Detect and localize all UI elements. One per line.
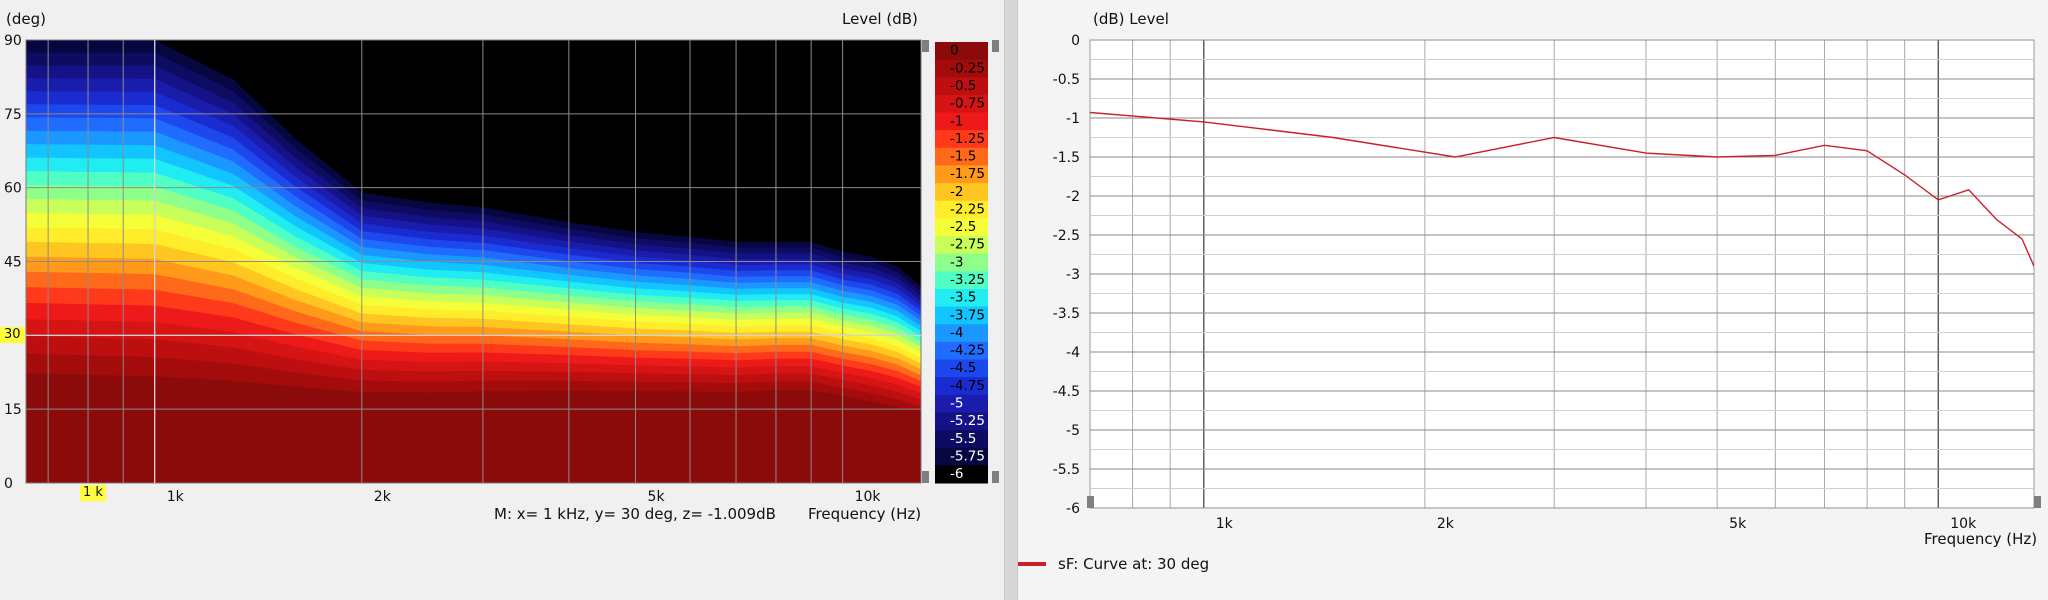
y-marker-tag[interactable]: 30	[0, 327, 25, 343]
colorbar-label: -1.25	[950, 131, 985, 147]
line-y-tick-label: -3.5	[1053, 306, 1080, 322]
line-bottom-right-handle[interactable]	[2034, 496, 2041, 508]
heatmap-x-axis-label: Frequency (Hz)	[808, 505, 922, 523]
line-y-tick-label: -1.5	[1053, 150, 1080, 166]
marker-readout: M: x= 1 kHz, y= 30 deg, z= -1.009dB	[494, 505, 776, 523]
line-y-tick-label: -1	[1066, 111, 1080, 127]
line-bottom-left-handle[interactable]	[1087, 496, 1094, 508]
colorbar-bottom-handle[interactable]	[992, 471, 999, 483]
colorbar-label: -3.75	[950, 307, 985, 323]
heatmap-y-tick-label: 45	[4, 255, 22, 271]
colorbar-top-handle[interactable]	[992, 40, 999, 52]
line-y-tick-label: -2	[1066, 189, 1080, 205]
colorbar: 0-0.25 -0.5 -0.75-1 -1.25 -1.5-1.75 -2-2.25 -2…	[935, 42, 988, 484]
colorbar-label: -0.25	[950, 60, 985, 76]
colorbar-label: -4.25	[950, 343, 985, 359]
top-right-resize-handle[interactable]	[922, 40, 929, 52]
colorbar-label: -3	[950, 254, 963, 270]
colorbar-label: -4.5	[950, 360, 976, 376]
colorbar-label: -1.75	[950, 166, 985, 182]
colorbar-label: -2.25	[950, 201, 985, 217]
heatmap-y-tick-label: 0	[4, 476, 13, 492]
heatmap-x-tick-label: 1k	[167, 489, 185, 505]
colorbar-label: -4.75	[950, 378, 985, 394]
heatmap-x-tick-label: 5k	[648, 489, 666, 505]
colorbar-label: -2	[950, 184, 963, 200]
colorbar-label: 0	[950, 43, 959, 59]
colorbar-label: -4	[950, 325, 963, 341]
line-y-tick-label: -0.5	[1053, 72, 1080, 88]
colorbar-label: -5.75	[950, 448, 985, 464]
colorbar-label: -2.5	[950, 219, 976, 235]
heatmap-base-band	[26, 409, 921, 483]
colorbar-label: -2.75	[950, 237, 985, 253]
line-y-tick-label: -3	[1066, 267, 1080, 283]
line-x-tick-label: 1k	[1216, 516, 1234, 532]
heatmap-y-tick-label: 60	[4, 181, 22, 197]
colorbar-label: -1.5	[950, 149, 976, 165]
heatmap-y-tick-label: 75	[4, 107, 22, 123]
line-y-tick-label: 0	[1071, 33, 1080, 49]
colorbar-label: -5	[950, 396, 963, 412]
colorbar-label: -5.25	[950, 413, 985, 429]
line-x-axis-label: Frequency (Hz)	[1924, 530, 2038, 548]
legend-label[interactable]: sF: Curve at: 30 deg	[1058, 555, 1209, 573]
colorbar-label: -3.5	[950, 290, 976, 306]
line-y-tick-label: -4	[1066, 345, 1080, 361]
heatmap-y-tick-label: 15	[4, 402, 22, 418]
heatmap-level-header: Level (dB)	[842, 10, 918, 28]
colorbar-label: -6	[950, 466, 963, 482]
colorbar-label: -0.75	[950, 96, 985, 112]
colorbar-label: -1	[950, 113, 963, 129]
heatmap-x-tick-label: 10k	[855, 489, 882, 505]
heatmap-y-unit: (deg)	[6, 10, 46, 28]
line-y-tick-label: -5	[1066, 423, 1080, 439]
bottom-right-resize-handle[interactable]	[922, 471, 929, 483]
colorbar-label: -5.5	[950, 431, 976, 447]
line-x-tick-label: 2k	[1437, 516, 1455, 532]
line-y-unit-header: (dB) Level	[1093, 10, 1169, 28]
line-y-tick-label: -2.5	[1053, 228, 1080, 244]
app-root: 01530456075901k2k5k10k 0-0.25-0.5-0.75-1…	[0, 0, 2048, 600]
line-x-tick-label: 5k	[1729, 516, 1747, 532]
charts-canvas: 01530456075901k2k5k10k 0-0.25-0.5-0.75-1…	[4, 33, 2035, 532]
line-y-tick-label: -4.5	[1053, 384, 1080, 400]
colorbar-label: -3.25	[950, 272, 985, 288]
legend-swatch	[1018, 562, 1046, 566]
heatmap-y-tick-label: 90	[4, 33, 22, 49]
line-y-tick-label: -5.5	[1053, 462, 1080, 478]
line-y-tick-label: -6	[1066, 501, 1080, 517]
heatmap-x-tick-label: 2k	[374, 489, 392, 505]
x-marker-tag[interactable]: 1 k	[80, 485, 106, 501]
colorbar-swatch	[935, 42, 988, 61]
colorbar-label: -0.5	[950, 78, 976, 94]
